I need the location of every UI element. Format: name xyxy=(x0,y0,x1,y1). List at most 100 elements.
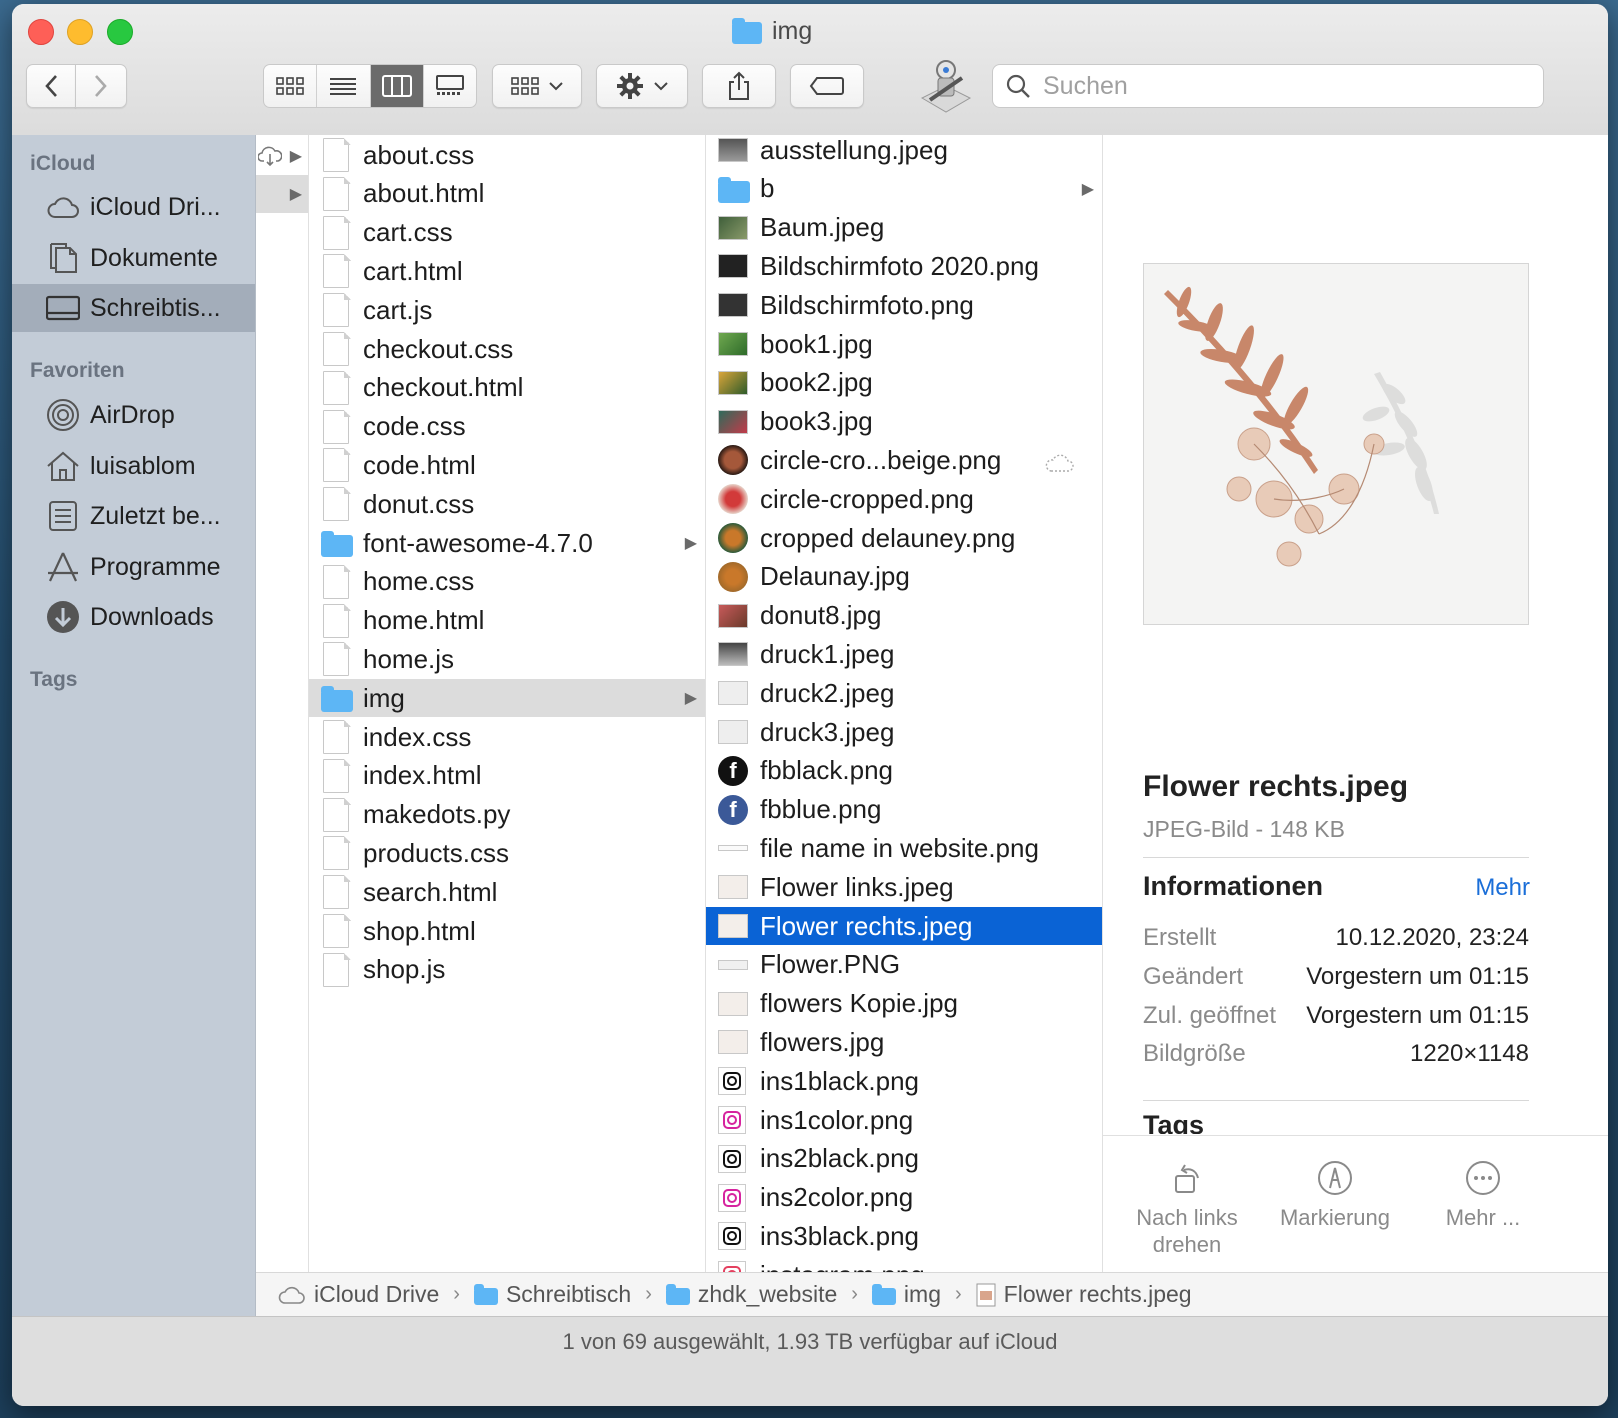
file-item-code-css[interactable]: code.css xyxy=(309,408,705,446)
file-item-flower-png[interactable]: Flower.PNG xyxy=(706,946,1102,984)
instagram-icon xyxy=(718,1064,748,1098)
file-item-ins2color-png[interactable]: ins2color.png xyxy=(706,1179,1102,1217)
file-item-cart-css[interactable]: cart.css xyxy=(309,214,705,252)
file-item-druck3-jpeg[interactable]: druck3.jpeg xyxy=(706,713,1102,751)
file-item-circle-cropped-png[interactable]: circle-cropped.png xyxy=(706,480,1102,518)
minimize-window-button[interactable] xyxy=(67,19,93,45)
file-item-book3-jpg[interactable]: book3.jpg xyxy=(706,403,1102,441)
column-view-button[interactable] xyxy=(370,65,424,107)
file-item-flowers-jpg[interactable]: flowers.jpg xyxy=(706,1023,1102,1061)
file-item-druck1-jpeg[interactable]: druck1.jpeg xyxy=(706,635,1102,673)
file-item-flower-links-jpeg[interactable]: Flower links.jpeg xyxy=(706,868,1102,906)
file-item-about-css[interactable]: about.css xyxy=(309,136,705,174)
file-name: cart.js xyxy=(363,294,433,325)
file-item-home-js[interactable]: home.js xyxy=(309,640,705,678)
back-button[interactable] xyxy=(26,64,76,108)
file-item-bildschirmfoto-2020-png[interactable]: Bildschirmfoto 2020.png xyxy=(706,247,1102,285)
sidebar-item-programme[interactable]: Programme xyxy=(12,543,255,591)
gallery-view-button[interactable] xyxy=(424,65,476,107)
file-item-ins3black-png[interactable]: ins3black.png xyxy=(706,1217,1102,1255)
search-field[interactable] xyxy=(992,64,1544,108)
path-item-file[interactable]: Flower rechts.jpeg xyxy=(976,1281,1192,1308)
file-item-ins2black-png[interactable]: ins2black.png xyxy=(706,1140,1102,1178)
automator-icon[interactable] xyxy=(916,56,976,116)
list-view-button[interactable] xyxy=(317,65,371,107)
file-item-index-html[interactable]: index.html xyxy=(309,757,705,795)
list-item[interactable]: ▶ xyxy=(256,175,308,213)
image-thumbnail-icon xyxy=(718,1025,748,1059)
path-item-img[interactable]: img xyxy=(871,1281,941,1308)
folder-item-img[interactable]: img ▶ xyxy=(309,679,705,718)
file-item-ausstellung-jpeg[interactable]: ausstellung.jpeg xyxy=(706,135,1102,169)
file-item-checkout-css[interactable]: checkout.css xyxy=(309,330,705,368)
file-item-baum-jpeg[interactable]: Baum.jpeg xyxy=(706,209,1102,247)
tags-button[interactable] xyxy=(790,64,864,108)
file-item-circle-cro-beige-png[interactable]: circle-cro...beige.png xyxy=(706,441,1102,479)
folder-item-b[interactable]: b ▶ xyxy=(706,170,1102,208)
search-input[interactable] xyxy=(1041,70,1525,102)
close-window-button[interactable] xyxy=(28,19,54,45)
sidebar: iCloud iCloud Dri... Dokumente Schreibti… xyxy=(12,135,256,1320)
file-item-book2-jpg[interactable]: book2.jpg xyxy=(706,364,1102,402)
forward-button[interactable] xyxy=(75,64,127,108)
file-name: flowers.jpg xyxy=(760,1026,885,1057)
sidebar-item-dokumente[interactable]: Dokumente xyxy=(12,234,255,282)
file-item-donut-css[interactable]: donut.css xyxy=(309,485,705,523)
folder-item-font-awesome-4-7-0[interactable]: font-awesome-4.7.0 ▶ xyxy=(309,524,705,562)
sidebar-item-schreibtisch[interactable]: Schreibtis... xyxy=(12,284,255,332)
sidebar-item-icloud-drive[interactable]: iCloud Dri... xyxy=(12,183,255,231)
folder-icon xyxy=(321,681,353,715)
sidebar-item-airdrop[interactable]: AirDrop xyxy=(12,391,255,439)
image-thumbnail-icon xyxy=(718,405,748,439)
sidebar-item-luisablom[interactable]: luisablom xyxy=(12,442,255,490)
list-item[interactable]: ▶ xyxy=(256,137,308,175)
file-item-about-html[interactable]: about.html xyxy=(309,175,705,213)
markup-button[interactable]: Markierung xyxy=(1265,1156,1405,1231)
path-item-zhdk-website[interactable]: zhdk_website xyxy=(665,1281,837,1308)
file-item-donut8-jpg[interactable]: donut8.jpg xyxy=(706,597,1102,635)
file-name: book1.jpg xyxy=(760,328,873,359)
path-item-schreibtisch[interactable]: Schreibtisch xyxy=(473,1281,631,1308)
file-item-shop-html[interactable]: shop.html xyxy=(309,912,705,950)
file-item-fbblack-png[interactable]: f fbblack.png xyxy=(706,752,1102,790)
path-item-icloud-drive[interactable]: iCloud Drive xyxy=(278,1281,439,1308)
file-item-code-html[interactable]: code.html xyxy=(309,446,705,484)
file-item-delaunay-jpg[interactable]: Delaunay.jpg xyxy=(706,558,1102,596)
file-item-druck2-jpeg[interactable]: druck2.jpeg xyxy=(706,674,1102,712)
file-item-instagram-png[interactable]: instagram.png xyxy=(706,1256,1102,1272)
file-item-file-name-in-website-png[interactable]: file name in website.png xyxy=(706,829,1102,867)
file-item-makedots-py[interactable]: makedots.py xyxy=(309,796,705,834)
share-button[interactable] xyxy=(702,64,776,108)
file-item-cart-html[interactable]: cart.html xyxy=(309,252,705,290)
more-actions-button[interactable]: Mehr ... xyxy=(1413,1156,1553,1231)
file-item-products-css[interactable]: products.css xyxy=(309,834,705,872)
file-item-index-css[interactable]: index.css xyxy=(309,718,705,756)
file-item-flowers-kopie-jpg[interactable]: flowers Kopie.jpg xyxy=(706,985,1102,1023)
info-more-link[interactable]: Mehr xyxy=(1475,874,1530,902)
zoom-window-button[interactable] xyxy=(107,19,133,45)
sidebar-item-downloads[interactable]: Downloads xyxy=(12,593,255,641)
icon-view-button[interactable] xyxy=(264,65,318,107)
file-item-book1-jpg[interactable]: book1.jpg xyxy=(706,325,1102,363)
file-item-fbblue-png[interactable]: f fbblue.png xyxy=(706,791,1102,829)
document-icon xyxy=(321,564,351,599)
group-by-button[interactable] xyxy=(492,64,582,108)
file-item-ins1color-png[interactable]: ins1color.png xyxy=(706,1101,1102,1139)
sidebar-item-zuletzt[interactable]: Zuletzt be... xyxy=(12,492,255,540)
file-item-ins1black-png[interactable]: ins1black.png xyxy=(706,1062,1102,1100)
file-item-home-css[interactable]: home.css xyxy=(309,563,705,601)
rotate-left-button[interactable]: Nach links drehen xyxy=(1117,1156,1257,1258)
file-item-home-html[interactable]: home.html xyxy=(309,602,705,640)
image-thumbnail-icon xyxy=(718,599,748,633)
file-item-search-html[interactable]: search.html xyxy=(309,873,705,911)
action-menu-button[interactable] xyxy=(596,64,688,108)
file-item-flower-rechts-jpeg[interactable]: Flower rechts.jpeg xyxy=(706,907,1102,945)
file-item-cropped-delauney-png[interactable]: cropped delauney.png xyxy=(706,519,1102,557)
document-icon xyxy=(321,293,351,328)
image-thumbnail-icon xyxy=(718,637,748,671)
file-item-checkout-html[interactable]: checkout.html xyxy=(309,369,705,407)
gear-icon xyxy=(617,73,643,99)
file-item-cart-js[interactable]: cart.js xyxy=(309,291,705,329)
file-item-bildschirmfoto-png[interactable]: Bildschirmfoto.png xyxy=(706,286,1102,324)
file-item-shop-js[interactable]: shop.js xyxy=(309,951,705,989)
